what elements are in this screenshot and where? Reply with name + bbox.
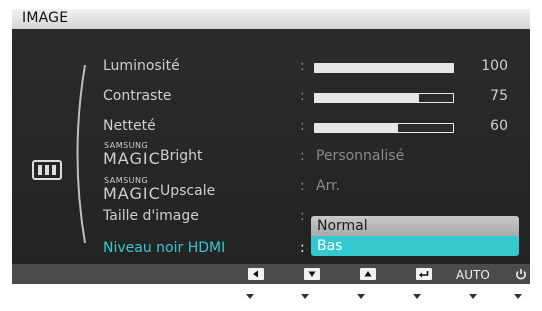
left-arrow-icon[interactable] <box>248 268 264 280</box>
contraste-fill <box>315 94 419 102</box>
menu-title: IMAGE <box>22 10 69 26</box>
magic-upscale-suffix: Upscale <box>160 183 216 199</box>
contraste-slider[interactable] <box>314 93 454 103</box>
luminosite-slider[interactable] <box>314 63 454 73</box>
auto-button[interactable]: AUTO <box>456 268 490 282</box>
guide-arrow-icon <box>246 294 254 299</box>
colon: : <box>300 118 305 134</box>
down-arrow-icon[interactable] <box>304 268 320 280</box>
osd-menu: IMAGE Luminosité : 100 Contraste : 75 Ne… <box>12 9 530 284</box>
guide-arrow-icon <box>301 294 309 299</box>
colon: : <box>300 178 305 194</box>
nettete-fill <box>315 124 398 132</box>
colon: : <box>300 58 305 74</box>
niveau-noir-dropdown[interactable]: Normal Bas <box>311 216 519 256</box>
guide-arrow-icon <box>469 294 477 299</box>
magic-label: MAGIC <box>103 149 161 168</box>
option-normal[interactable]: Normal <box>311 216 519 236</box>
button-guide-bar <box>12 264 530 284</box>
luminosite-fill <box>315 64 453 72</box>
enter-icon[interactable] <box>416 268 432 280</box>
guide-arrow-icon <box>413 294 421 299</box>
picture-menu-icon <box>32 160 62 180</box>
item-magic-bright[interactable]: SAMSUNG MAGIC Bright <box>103 141 253 168</box>
item-luminosite[interactable]: Luminosité <box>103 58 180 74</box>
nettete-value: 60 <box>490 118 508 134</box>
menu-bracket-decoration <box>76 64 86 244</box>
item-niveau-noir-hdmi[interactable]: Niveau noir HDMI <box>103 240 225 256</box>
luminosite-value: 100 <box>481 58 508 74</box>
title-bar: IMAGE <box>12 9 530 29</box>
magic-label: MAGIC <box>103 184 161 203</box>
contraste-value: 75 <box>490 88 508 104</box>
magic-bright-suffix: Bright <box>160 148 203 164</box>
item-taille-image[interactable]: Taille d'image <box>103 208 199 224</box>
colon: : <box>300 88 305 104</box>
item-nettete[interactable]: Netteté <box>103 118 156 134</box>
option-bas[interactable]: Bas <box>311 236 519 256</box>
colon: : <box>300 148 305 164</box>
nettete-slider[interactable] <box>314 123 454 133</box>
magic-bright-value: Personnalisé <box>316 148 405 164</box>
power-icon[interactable] <box>514 267 528 281</box>
magic-upscale-value: Arr. <box>316 178 341 194</box>
colon: : <box>300 208 305 224</box>
guide-arrow-icon <box>514 294 522 299</box>
up-arrow-icon[interactable] <box>360 268 376 280</box>
item-magic-upscale[interactable]: SAMSUNG MAGIC Upscale <box>103 176 253 203</box>
colon: : <box>300 240 305 256</box>
guide-arrow-icon <box>357 294 365 299</box>
item-contraste[interactable]: Contraste <box>103 88 171 104</box>
